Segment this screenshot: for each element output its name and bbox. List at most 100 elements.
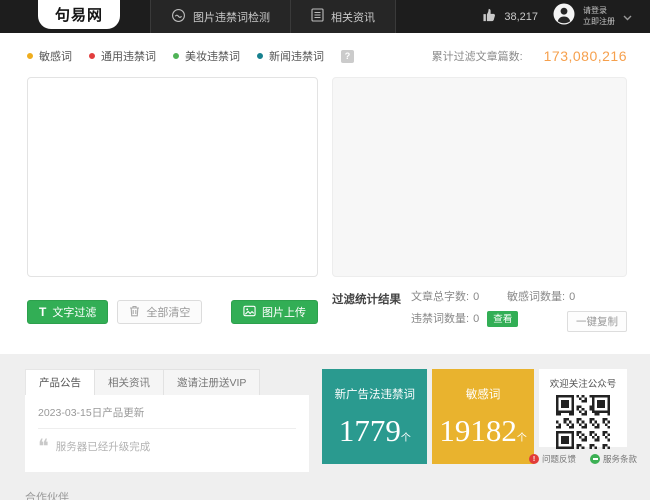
clear-all-label: 全部清空	[146, 307, 191, 319]
filter-option-news[interactable]: 新闻违禁词	[257, 48, 324, 64]
filter-option-label: 新闻违禁词	[269, 51, 324, 63]
input-column: T 文字过滤 全部清空 图片上传	[27, 77, 318, 334]
banned-count-label: 违禁词数量:	[411, 312, 470, 325]
filter-option-label: 敏感词	[39, 51, 72, 63]
partners-title: 合作伙伴	[25, 492, 69, 500]
copy-button[interactable]: 一键复制	[567, 311, 627, 332]
terms-link[interactable]: 服务条款	[590, 453, 637, 465]
sensitive-count-label: 敏感词数量:	[507, 291, 566, 303]
filter-option-general[interactable]: 通用违禁词	[89, 48, 156, 64]
announcement-quote: ❝ 服务器已经升级完成	[38, 435, 296, 458]
nav-item-news[interactable]: 相关资讯	[291, 0, 397, 33]
quote-icon: ❝	[38, 435, 49, 458]
filter-row: 敏感词 通用违禁词 美妆违禁词 新闻违禁词 ? 累计过滤文章篇数: 173,08…	[0, 48, 650, 64]
stat-card-label: 敏感词	[465, 389, 501, 401]
feedback-link[interactable]: ! 问题反馈	[528, 453, 576, 465]
help-icon[interactable]: ?	[341, 49, 354, 63]
stats-line: 违禁词数量: 0 查看	[411, 311, 575, 327]
total-filtered-value: 173,080,216	[543, 48, 627, 64]
radio-icon	[89, 53, 95, 59]
image-upload-button[interactable]: 图片上传	[231, 300, 318, 324]
feedback-label: 问题反馈	[541, 454, 576, 464]
announcement-title[interactable]: 2023-03-15日产品更新	[38, 405, 297, 429]
user-avatar-icon	[553, 3, 575, 30]
qr-links: ! 问题反馈 服务条款	[528, 453, 637, 465]
news-icon	[311, 8, 324, 25]
radio-icon	[173, 53, 179, 59]
radio-icon	[27, 53, 33, 59]
trash-icon	[129, 305, 140, 320]
banned-count-value: 0	[473, 312, 480, 325]
text-icon: T	[39, 305, 47, 319]
sensitive-count: 敏感词数量: 0	[507, 291, 575, 304]
nav-item-label: 相关资讯	[331, 11, 376, 24]
word-count-value: 0	[473, 291, 480, 303]
thumbs-up-icon	[482, 8, 497, 25]
announcement-card: 产品公告 相关资讯 邀请注册送VIP 2023-03-15日产品更新 ❝ 服务器…	[25, 369, 310, 472]
logo-text: 句易网	[55, 7, 104, 24]
terms-label: 服务条款	[603, 454, 638, 464]
stat-card-sensitive: 敏感词 19182个	[432, 369, 534, 464]
chevron-down-icon	[623, 8, 632, 26]
login-register: 请登录 立即注册	[583, 6, 615, 28]
text-input[interactable]	[27, 77, 318, 277]
feedback-icon: !	[528, 454, 539, 464]
login-label: 请登录	[583, 5, 607, 15]
tab-related-news[interactable]: 相关资讯	[94, 369, 164, 395]
clear-all-button[interactable]: 全部清空	[117, 300, 203, 324]
logo[interactable]: 句易网	[38, 0, 121, 29]
image-search-icon	[171, 8, 186, 26]
stat-card-value: 1779	[338, 413, 401, 448]
qr-title: 欢迎关注公众号	[549, 379, 617, 390]
stats-line: 文章总字数: 0 敏感词数量: 0	[411, 291, 575, 304]
stat-card-label: 新广告法违禁词	[334, 389, 416, 401]
filter-output-panel	[332, 77, 627, 277]
announcement-quote-text: 服务器已经升级完成	[55, 441, 151, 453]
stat-card-value-row: 19182个	[432, 402, 534, 446]
terms-icon	[590, 454, 600, 464]
bottom-columns: 产品公告 相关资讯 邀请注册送VIP 2023-03-15日产品更新 ❝ 服务器…	[25, 369, 637, 472]
view-button[interactable]: 查看	[487, 311, 519, 327]
stats-grid: 文章总字数: 0 敏感词数量: 0 违禁词数量: 0 查看	[411, 291, 575, 334]
stat-card-value: 19182	[439, 413, 517, 448]
main-area: T 文字过滤 全部清空 图片上传 过滤统计结果 文章总字数: 0 敏感词数量: …	[0, 77, 650, 334]
text-filter-button[interactable]: T 文字过滤	[27, 300, 109, 324]
sensitive-count-value: 0	[569, 291, 576, 303]
stat-card-value-row: 1779个	[322, 402, 427, 446]
word-count: 文章总字数: 0	[411, 291, 507, 304]
filter-option-label: 通用违禁词	[101, 51, 156, 63]
qr-code-image	[556, 395, 610, 449]
nav-item-label: 图片违禁词检测	[193, 11, 271, 24]
image-icon	[243, 305, 256, 320]
radio-icon	[257, 53, 263, 59]
banned-count: 违禁词数量: 0	[411, 313, 479, 326]
account-menu[interactable]: 请登录 立即注册	[553, 3, 632, 30]
total-filtered-label: 累计过滤文章篇数:	[431, 51, 523, 63]
stat-card-new-ad-law: 新广告法违禁词 1779个	[322, 369, 428, 464]
qr-card: 欢迎关注公众号	[539, 369, 627, 449]
likes-count: 38,217	[504, 10, 538, 23]
top-nav: 图片违禁词检测 相关资讯	[150, 0, 397, 33]
header-right: 38,217 请登录 立即注册	[482, 0, 650, 33]
likes-counter[interactable]: 38,217	[482, 8, 538, 25]
stats-title: 过滤统计结果	[332, 294, 401, 306]
filter-option-label: 美妆违禁词	[185, 51, 240, 63]
filter-option-sensitive[interactable]: 敏感词	[27, 48, 72, 64]
word-count-label: 文章总字数:	[411, 291, 470, 303]
tab-product-news[interactable]: 产品公告	[25, 369, 95, 395]
text-filter-label: 文字过滤	[52, 307, 97, 319]
button-row: T 文字过滤 全部清空 图片上传	[27, 300, 318, 324]
image-upload-label: 图片上传	[262, 307, 306, 319]
tab-invite-vip[interactable]: 邀请注册送VIP	[163, 369, 261, 395]
stat-card-unit: 个	[400, 433, 411, 444]
filter-option-cosmetics[interactable]: 美妆违禁词	[173, 48, 240, 64]
register-label: 立即注册	[583, 16, 615, 26]
nav-item-image-check[interactable]: 图片违禁词检测	[151, 0, 292, 33]
result-column: 过滤统计结果 文章总字数: 0 敏感词数量: 0 违禁词数量: 0 查看 一键复制	[332, 77, 627, 334]
tab-content: 2023-03-15日产品更新 ❝ 服务器已经升级完成	[25, 395, 310, 472]
qr-column: 欢迎关注公众号 ! 问题反馈 服务条款	[528, 369, 637, 465]
stats-panel: 过滤统计结果 文章总字数: 0 敏感词数量: 0 违禁词数量: 0 查看 一键复制	[332, 291, 627, 334]
top-header: 句易网 图片违禁词检测 相关资讯 38,217 请登录 立即注册	[0, 0, 650, 33]
bottom-section: 产品公告 相关资讯 邀请注册送VIP 2023-03-15日产品更新 ❝ 服务器…	[0, 354, 650, 500]
stat-card-unit: 个	[516, 433, 527, 444]
